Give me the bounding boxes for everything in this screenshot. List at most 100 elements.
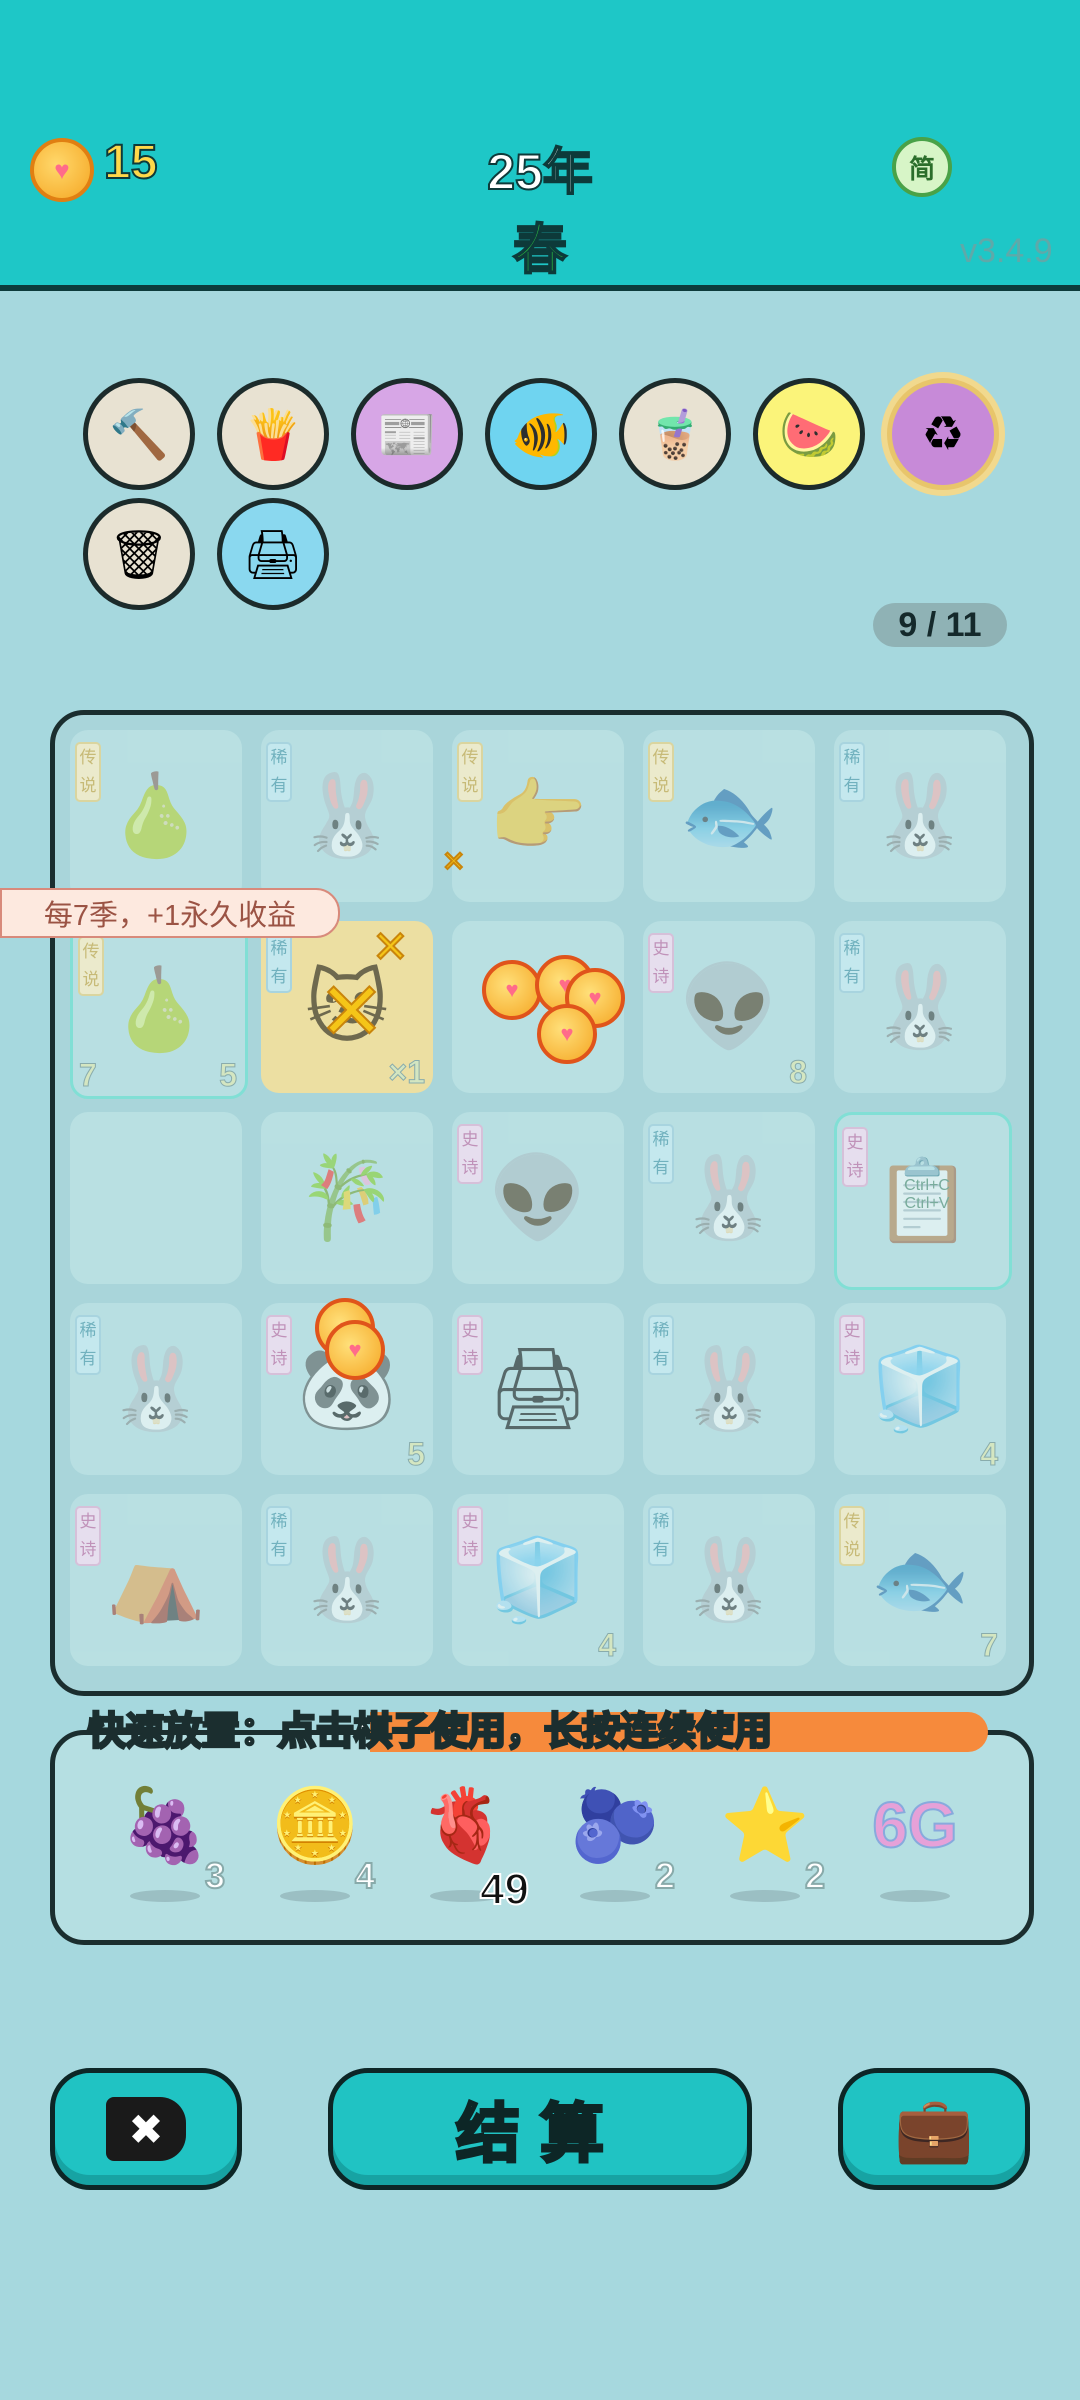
item-count: 49 bbox=[479, 1864, 530, 1915]
relic-progress: 9 / 11 bbox=[873, 603, 1007, 647]
briefcase-icon: 💼 bbox=[894, 2092, 974, 2165]
rarity-tag: 传说 bbox=[457, 742, 483, 802]
time-magazine-icon[interactable]: 📰 bbox=[351, 378, 463, 490]
year-label: 25年 bbox=[486, 143, 594, 201]
piece-art-icon: 🍐 bbox=[109, 965, 209, 1054]
rarity-tag: 稀有 bbox=[266, 1506, 292, 1566]
board-cell[interactable]: 史诗 👽 8 bbox=[643, 921, 815, 1093]
board-cell[interactable]: 传说 🐟 7 bbox=[834, 1494, 1006, 1666]
coin-effect-icon: ♥ bbox=[482, 960, 542, 1020]
coin-effect-icon: ♥ bbox=[537, 1004, 597, 1064]
piece-art-icon: 🐰 bbox=[297, 771, 397, 860]
fish-bowl-icon[interactable]: 🐠 bbox=[485, 378, 597, 490]
printer-icon[interactable]: 🖨 bbox=[217, 498, 329, 610]
season-label: 春 bbox=[512, 219, 568, 281]
settle-button[interactable]: 结算 bbox=[328, 2068, 752, 2190]
item-count: 3 bbox=[204, 1854, 226, 1897]
tray-item-star[interactable]: ⭐ 2 bbox=[710, 1730, 850, 1930]
rarity-tag: 稀有 bbox=[648, 1124, 674, 1184]
board-cell[interactable]: 稀有 🐰 bbox=[834, 730, 1006, 902]
multiplier-icon: ✕ bbox=[441, 845, 467, 878]
board-cell[interactable] bbox=[70, 1112, 242, 1284]
piece-art-icon: 🍐 bbox=[106, 771, 206, 860]
item-shadow bbox=[730, 1890, 800, 1902]
star-icon: ⭐ bbox=[720, 1785, 810, 1866]
board-cell[interactable]: 稀有 🐰 bbox=[261, 1494, 433, 1666]
piece-art-icon: 🧊 bbox=[870, 1344, 970, 1433]
fries-icon[interactable]: 🍟 bbox=[217, 378, 329, 490]
piece-art-icon: 👽 bbox=[679, 962, 779, 1051]
board-cell[interactable]: 稀有 🐰 bbox=[261, 730, 433, 902]
piece-art-icon: 🎋 bbox=[297, 1153, 397, 1242]
recycle-icon[interactable]: ♻ bbox=[887, 378, 999, 490]
board-cell[interactable]: 传说 👉 bbox=[452, 730, 624, 902]
bonus-tooltip: 每7季，+1永久收益 bbox=[0, 888, 340, 938]
piece-art-icon: 🧊 bbox=[488, 1535, 588, 1624]
rarity-tag: 稀有 bbox=[266, 742, 292, 802]
board-cell[interactable]: 史诗 🧊 4 bbox=[834, 1303, 1006, 1475]
piece-counter: 4 bbox=[980, 1436, 999, 1473]
fruit-basket-icon[interactable]: 🍉 bbox=[753, 378, 865, 490]
6g-icon: 6G bbox=[871, 1788, 958, 1862]
rarity-tag: 史诗 bbox=[75, 1506, 101, 1566]
rarity-tag: 史诗 bbox=[842, 1127, 868, 1187]
piece-counter: 5 bbox=[407, 1436, 426, 1473]
board-cell[interactable]: 史诗 📋 Ctrl+C Ctrl+V bbox=[834, 1112, 1012, 1290]
board-cell[interactable]: 史诗 🧊 4 bbox=[452, 1494, 624, 1666]
board-cell[interactable]: 传说 🍐 5 7 bbox=[70, 921, 248, 1099]
tray-item-blueberry[interactable]: 🫐 2 bbox=[560, 1730, 700, 1930]
piece-art-icon: 🐰 bbox=[106, 1344, 206, 1433]
tray-item-dollar-coin[interactable]: 🪙 4 bbox=[260, 1730, 400, 1930]
piece-counter-left: 7 bbox=[79, 1057, 98, 1094]
tray-item-liver[interactable]: 🫀 49 bbox=[410, 1730, 550, 1930]
item-count: 2 bbox=[654, 1854, 676, 1897]
tray-item-6g[interactable]: 6G bbox=[860, 1730, 1000, 1930]
piece-art-icon: 🐰 bbox=[679, 1344, 779, 1433]
board-cell[interactable]: 稀有 🐰 bbox=[643, 1494, 815, 1666]
item-shadow bbox=[130, 1890, 200, 1902]
piece-art-icon: 🐰 bbox=[679, 1153, 779, 1242]
rarity-tag: 稀有 bbox=[839, 742, 865, 802]
rarity-tag: 稀有 bbox=[648, 1506, 674, 1566]
trash-bag-icon[interactable]: 🗑 bbox=[83, 498, 195, 610]
board-cell[interactable]: 稀有 🐰 bbox=[643, 1303, 815, 1475]
item-shadow bbox=[580, 1890, 650, 1902]
piece-art-icon: 🐟 bbox=[679, 771, 779, 860]
rarity-tag: 史诗 bbox=[266, 1315, 292, 1375]
board-cell[interactable]: 传说 🍐 bbox=[70, 730, 242, 902]
board-cell[interactable]: 史诗 ⛺ bbox=[70, 1494, 242, 1666]
board-cell[interactable]: 稀有 🐰 bbox=[70, 1303, 242, 1475]
board-cell[interactable]: 稀有 🐰 bbox=[643, 1112, 815, 1284]
blueberry-icon: 🫐 bbox=[570, 1785, 660, 1866]
piece-art-icon: 🐟 bbox=[870, 1535, 970, 1624]
hammer-icon[interactable]: 🔨 bbox=[83, 378, 195, 490]
settle-label: 结算 bbox=[455, 2097, 624, 2172]
item-count: 2 bbox=[804, 1854, 826, 1897]
item-shadow bbox=[880, 1890, 950, 1902]
bubble-tea-icon[interactable]: 🧋 bbox=[619, 378, 731, 490]
rarity-tag: 传说 bbox=[78, 936, 104, 996]
heart-coin-icon: ♥ bbox=[30, 138, 94, 202]
piece-art-icon bbox=[100, 1142, 212, 1254]
lychee-icon: 🍇 bbox=[120, 1785, 210, 1866]
board-cell[interactable]: 🎋 bbox=[261, 1112, 433, 1284]
board-cell[interactable]: 稀有 🐰 bbox=[834, 921, 1006, 1093]
bag-button[interactable]: 💼 bbox=[838, 2068, 1030, 2190]
delete-button[interactable]: ✖ bbox=[50, 2068, 242, 2190]
board-cell[interactable]: 史诗 👽 bbox=[452, 1112, 624, 1284]
piece-art-icon: ⛺ bbox=[106, 1535, 206, 1624]
board-cell[interactable]: 史诗 🖨 bbox=[452, 1303, 624, 1475]
piece-counter: 7 bbox=[980, 1627, 999, 1664]
board-cell[interactable]: 传说 🐟 bbox=[643, 730, 815, 902]
language-toggle-button[interactable]: 简 bbox=[892, 137, 952, 197]
rarity-tag: 稀有 bbox=[266, 933, 292, 993]
rarity-tag: 史诗 bbox=[648, 933, 674, 993]
multiplier-icon: ✕ bbox=[371, 922, 410, 973]
item-shadow bbox=[280, 1890, 350, 1902]
tray-item-lychee[interactable]: 🍇 3 bbox=[110, 1730, 250, 1930]
rarity-tag: 史诗 bbox=[457, 1506, 483, 1566]
item-count: 4 bbox=[354, 1854, 376, 1897]
rarity-tag: 史诗 bbox=[839, 1315, 865, 1375]
coin-count: 15 bbox=[103, 135, 158, 190]
rarity-tag: 传说 bbox=[648, 742, 674, 802]
